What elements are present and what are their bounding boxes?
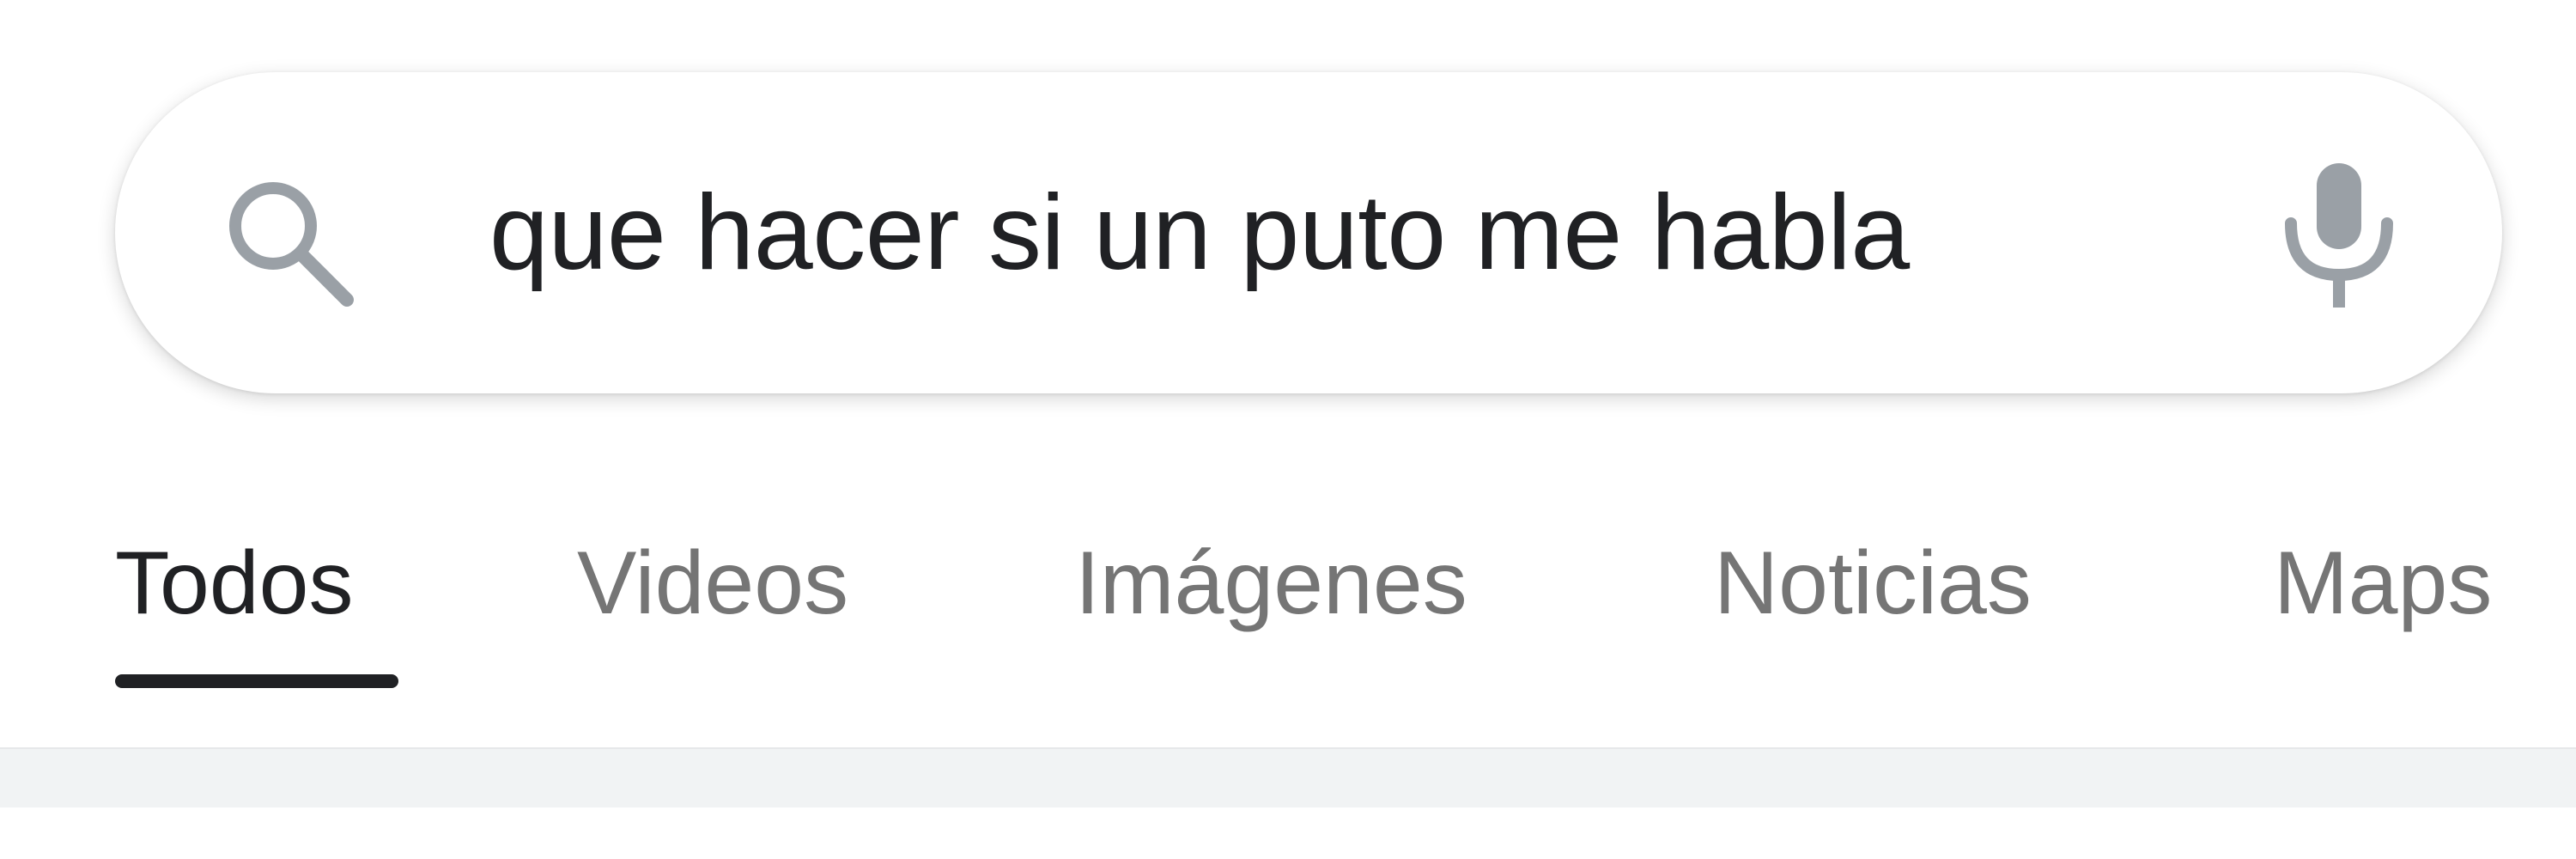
microphone-icon[interactable] [2279, 163, 2399, 309]
search-bar[interactable]: que hacer si un puto me habla [115, 72, 2502, 393]
tab-videos[interactable]: Videos [577, 533, 848, 635]
active-tab-indicator [115, 674, 398, 688]
search-tabs: Todos Videos Imágenes Noticias Maps [0, 481, 2576, 696]
section-divider [0, 747, 2576, 809]
tab-imagenes[interactable]: Imágenes [1075, 533, 1467, 635]
tab-todos[interactable]: Todos [115, 533, 354, 635]
tab-maps[interactable]: Maps [2274, 533, 2492, 635]
search-results-page: que hacer si un puto me habla Todos Vide… [0, 0, 2576, 859]
search-input[interactable]: que hacer si un puto me habla [489, 72, 1910, 393]
results-area [0, 807, 2576, 859]
search-icon[interactable] [220, 173, 357, 310]
tab-noticias[interactable]: Noticias [1714, 533, 2032, 635]
